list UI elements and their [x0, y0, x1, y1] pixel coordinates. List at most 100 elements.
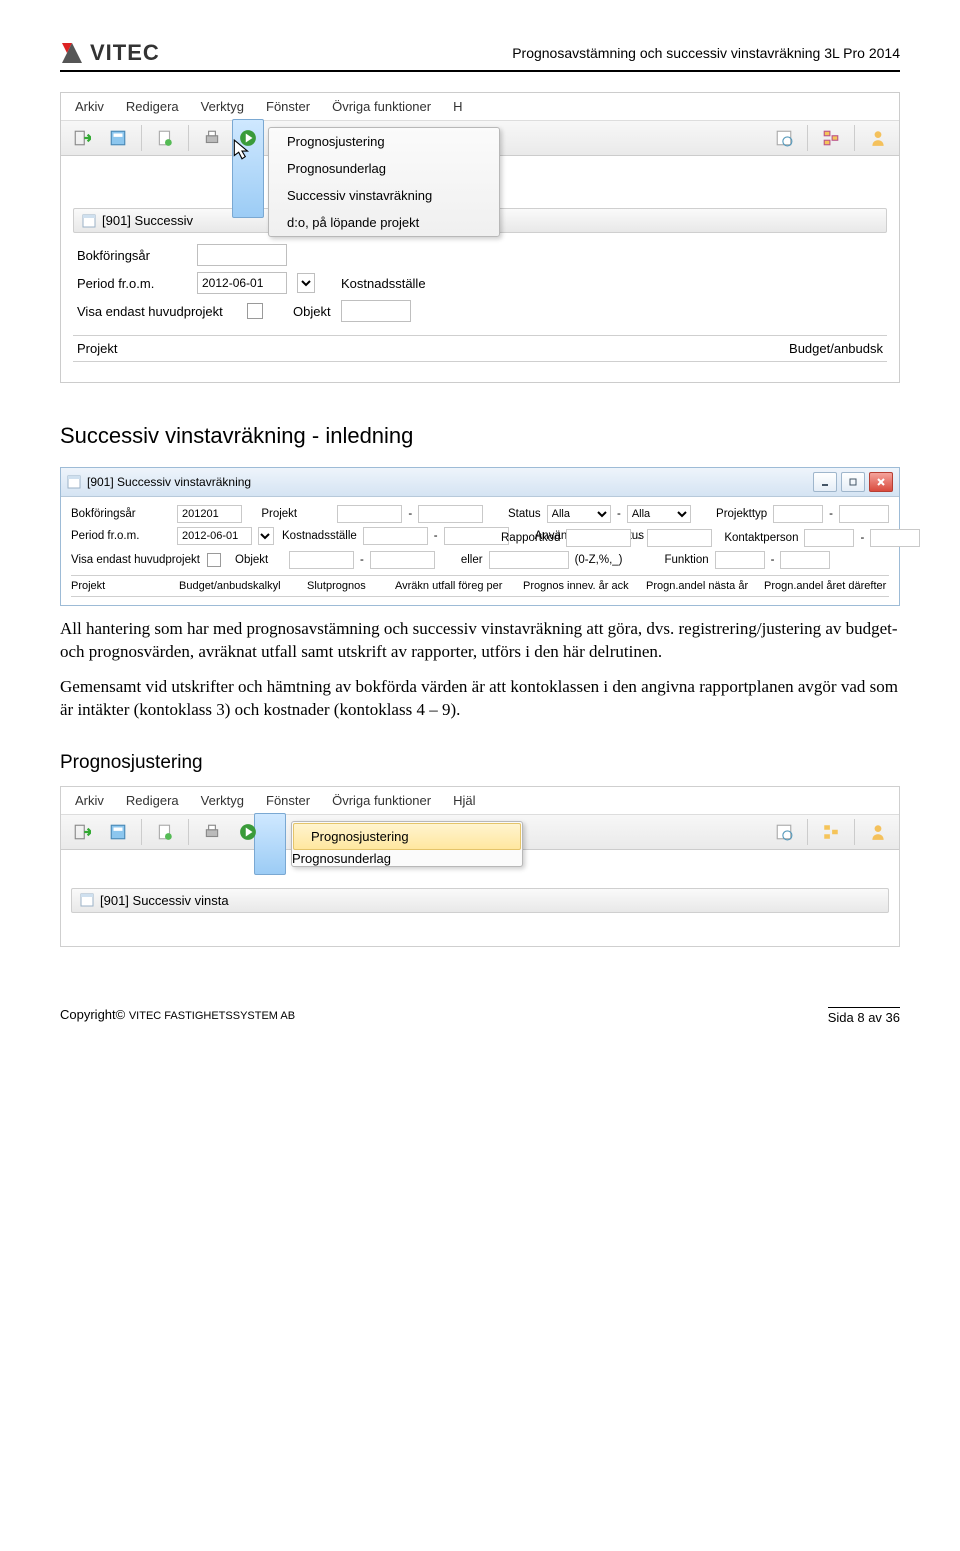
w2-input-bokforingsar[interactable] [177, 505, 242, 523]
ss3-exit-icon[interactable] [69, 819, 95, 845]
ss3-menu-redigera[interactable]: Redigera [126, 793, 179, 808]
w2-label-projekttyp: Projekttyp [716, 508, 767, 520]
screenshot-1: Arkiv Redigera Verktyg Fönster Övriga fu… [60, 92, 900, 383]
w2-select-status2[interactable]: Alla [627, 505, 691, 523]
page-header-title: Prognosavstämning och successiv vinstavr… [512, 45, 900, 61]
w2-column-headers: Projekt Budget/anbudskalkyl Slutprognos … [71, 575, 889, 597]
menu-arkiv[interactable]: Arkiv [75, 99, 104, 114]
logo-text: VITEC [90, 40, 160, 66]
ss3-user-icon[interactable] [865, 819, 891, 845]
dd-prognosunderlag[interactable]: Prognosunderlag [269, 155, 499, 182]
w2-select-status[interactable]: Alla [547, 505, 611, 523]
w2-col-3: Avräkn utfall föreg per [395, 580, 515, 592]
checkbox-visa[interactable] [247, 303, 263, 319]
close-button[interactable] [869, 472, 893, 492]
calc-icon[interactable] [105, 125, 131, 151]
logo: VITEC [60, 40, 160, 66]
w2-label-regex: (0-Z,%,_) [575, 554, 623, 566]
menu-verktyg[interactable]: Verktyg [201, 99, 244, 114]
ss3-print-icon[interactable] [199, 819, 225, 845]
footer-copyright: Copyright© Vitec Fastighetssystem AB [60, 1007, 295, 1025]
paragraph-1: All hantering som har med prognosavstämn… [60, 618, 900, 664]
paragraph-2: Gemensamt vid utskrifter och hämtning av… [60, 676, 900, 722]
w2-input-period[interactable] [177, 527, 252, 545]
w2-input-kp2[interactable] [870, 529, 920, 547]
w2-label-status: Status [508, 508, 541, 520]
ss3-menu-ovriga[interactable]: Övriga funktioner [332, 793, 431, 808]
w2-label-projekt: Projekt [261, 508, 331, 520]
w2-input-kp1[interactable] [804, 529, 854, 547]
label-objekt: Objekt [293, 304, 331, 319]
w2-label-kostnadsstalle: Kostnadsställe [282, 530, 357, 542]
w2-input-ks2[interactable] [444, 527, 509, 545]
w2-input-pt1[interactable] [773, 505, 823, 523]
ss3-window-title-text: [901] Successiv vinsta [100, 893, 229, 908]
dd-lopande[interactable]: d:o, på löpande projekt [269, 209, 499, 236]
ss3-menubar: Arkiv Redigera Verktyg Fönster Övriga fu… [61, 787, 899, 815]
ss3-play-icon[interactable] [235, 819, 261, 845]
w2-label-bokforingsar: Bokföringsår [71, 508, 171, 520]
ss3-menu-arkiv[interactable]: Arkiv [75, 793, 104, 808]
window2-title: [901] Successiv vinstavräkning [87, 475, 251, 489]
input-objekt[interactable] [341, 300, 411, 322]
menu-ovriga[interactable]: Övriga funktioner [332, 99, 431, 114]
menu-fonster[interactable]: Fönster [266, 99, 310, 114]
w2-input-rk2[interactable] [647, 529, 712, 547]
w2-label-eller: eller [461, 554, 483, 566]
w2-label-funktion: Funktion [665, 554, 709, 566]
ss3-dd-prognosunderlag[interactable]: Prognosunderlag [292, 851, 522, 866]
w2-input-rk1[interactable] [566, 529, 631, 547]
ss3-preview-icon[interactable] [771, 819, 797, 845]
window-icon [82, 214, 96, 228]
dropdown-menu: Prognosjustering Prognosunderlag Success… [268, 127, 500, 237]
tree-icon[interactable] [818, 125, 844, 151]
w2-input-pt2[interactable] [839, 505, 889, 523]
label-kostnadsstalle: Kostnadsställe [341, 276, 426, 291]
select-period[interactable] [297, 273, 315, 293]
w2-input-obj2[interactable] [370, 551, 435, 569]
user-icon[interactable] [865, 125, 891, 151]
print-icon[interactable] [199, 125, 225, 151]
exit-icon[interactable] [69, 125, 95, 151]
cursor-icon [233, 139, 251, 161]
logo-icon [60, 41, 84, 65]
w2-col-0: Projekt [71, 580, 171, 592]
w2-label-kontaktperson: Kontaktperson [724, 532, 798, 544]
menu-h[interactable]: H [453, 99, 462, 114]
menu-redigera[interactable]: Redigera [126, 99, 179, 114]
window-title-text: [901] Successiv [102, 213, 193, 228]
w2-sel-period[interactable] [258, 527, 274, 545]
w2-input-fn2[interactable] [780, 551, 830, 569]
ss3-tree-icon[interactable] [818, 819, 844, 845]
w2-col-1: Budget/anbudskalkyl [179, 580, 299, 592]
w2-col-6: Progn.andel året därefter [764, 580, 886, 592]
ss3-dd-prognosjustering[interactable]: Prognosjustering [293, 823, 521, 850]
label-bokforingsar: Bokföringsår [77, 248, 187, 263]
w2-input-projekt2[interactable] [418, 505, 483, 523]
w2-input-projekt1[interactable] [337, 505, 402, 523]
dd-prognosjustering[interactable]: Prognosjustering [269, 128, 499, 155]
menubar: Arkiv Redigera Verktyg Fönster Övriga fu… [61, 93, 899, 121]
w2-input-fn1[interactable] [715, 551, 765, 569]
dd-successiv[interactable]: Successiv vinstavräkning [269, 182, 499, 209]
ss3-dropdown: Prognosjustering Prognosunderlag [291, 821, 523, 867]
w2-input-obj1[interactable] [289, 551, 354, 569]
col-budget: Budget/anbudsk [789, 341, 883, 356]
input-bokforingsar[interactable] [197, 244, 287, 266]
minimize-button[interactable] [813, 472, 837, 492]
new-doc-icon[interactable] [152, 125, 178, 151]
ss3-calc-icon[interactable] [105, 819, 131, 845]
ss3-menu-verktyg[interactable]: Verktyg [201, 793, 244, 808]
w2-checkbox-visa[interactable] [207, 553, 221, 567]
ss3-menu-hjal[interactable]: Hjäl [453, 793, 475, 808]
ss3-new-doc-icon[interactable] [152, 819, 178, 845]
ss3-toolbar: Prognosjustering Prognosunderlag [61, 815, 899, 850]
w2-input-eller[interactable] [489, 551, 569, 569]
preview-icon[interactable] [771, 125, 797, 151]
maximize-button[interactable] [841, 472, 865, 492]
ss3-menu-fonster[interactable]: Fönster [266, 793, 310, 808]
w2-input-ks1[interactable] [363, 527, 428, 545]
w2-col-2: Slutprognos [307, 580, 387, 592]
window-icon [67, 475, 81, 489]
input-period[interactable] [197, 272, 287, 294]
